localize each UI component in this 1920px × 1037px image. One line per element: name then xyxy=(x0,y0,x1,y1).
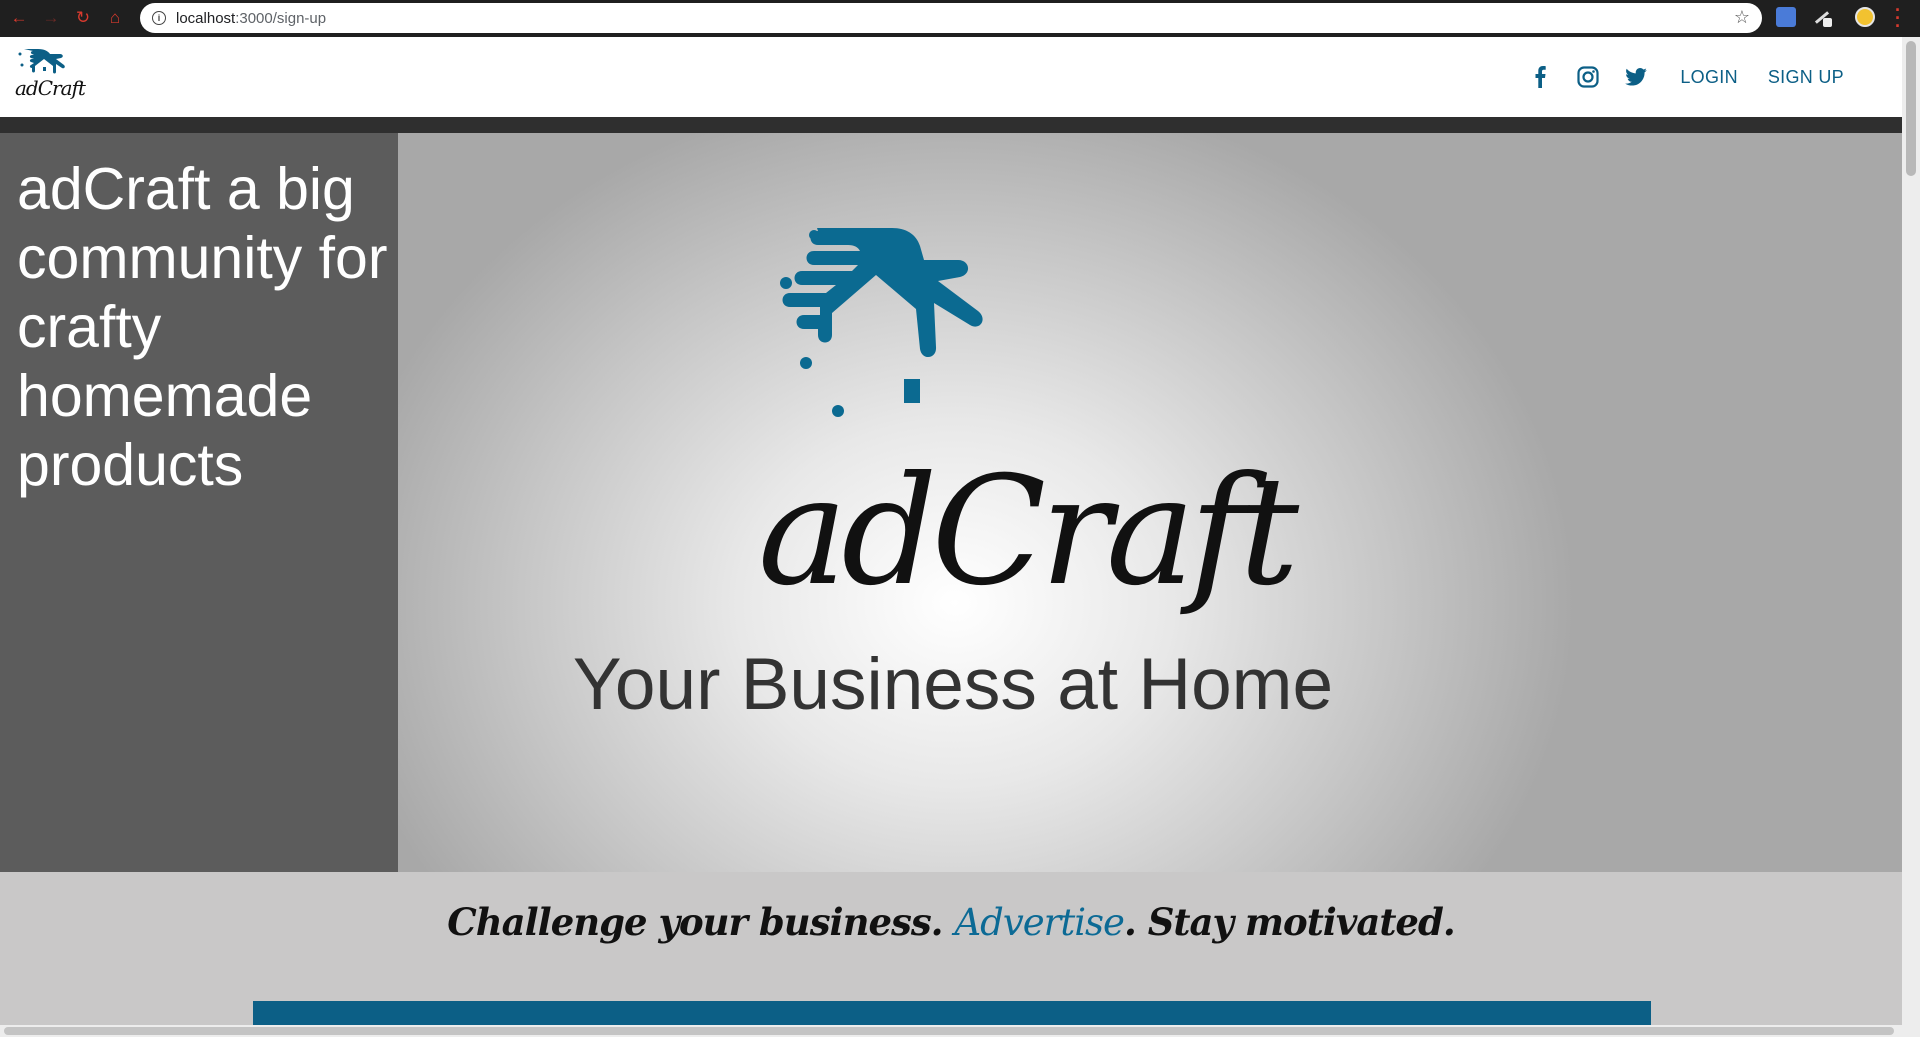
facebook-icon[interactable] xyxy=(1526,63,1554,91)
form-header-bar xyxy=(253,1001,1651,1025)
slogan-part-1: Challenge your business. xyxy=(447,900,955,944)
url-host: localhost xyxy=(176,9,236,27)
back-icon[interactable]: ← xyxy=(8,7,30,29)
header-divider xyxy=(0,117,1902,133)
browser-toolbar: ← → ↻ ⌂ i localhost:3000/sign-up ☆ · · · xyxy=(0,0,1920,37)
home-icon[interactable]: ⌂ xyxy=(104,7,126,29)
slogan-section: Challenge your business. Advertise. Stay… xyxy=(0,872,1902,1025)
slogan-accent: Advertise xyxy=(954,901,1124,944)
forward-icon[interactable]: → xyxy=(40,7,62,29)
vertical-scrollbar[interactable] xyxy=(1902,37,1920,1025)
horizontal-scrollbar[interactable] xyxy=(0,1025,1920,1037)
login-link[interactable]: LOGIN xyxy=(1680,37,1738,117)
instagram-icon[interactable] xyxy=(1574,63,1602,91)
url-path: :3000/sign-up xyxy=(235,9,327,27)
logo[interactable]: adCraft xyxy=(10,43,86,113)
hero-wordmark: adCraft xyxy=(758,445,1299,619)
signup-link[interactable]: SIGN UP xyxy=(1767,37,1845,121)
menu-icon[interactable]: · · · xyxy=(1893,1,1903,35)
site-header: adCraft LOGIN SIGN UP xyxy=(0,37,1902,121)
main-nav: LOGIN SIGN UP xyxy=(1506,37,1845,121)
sidebar-headline: adCraft a big community for crafty homem… xyxy=(17,156,388,498)
twitter-icon[interactable] xyxy=(1622,63,1650,91)
vertical-scroll-thumb[interactable] xyxy=(1906,41,1916,176)
info-icon[interactable]: i xyxy=(152,11,166,25)
browser-nav-buttons: ← → ↻ ⌂ xyxy=(8,5,126,31)
horizontal-scroll-thumb[interactable] xyxy=(4,1027,1894,1035)
reload-icon[interactable]: ↻ xyxy=(72,7,94,29)
address-bar[interactable]: i localhost:3000/sign-up ☆ xyxy=(140,3,1762,33)
translate-icon[interactable] xyxy=(1776,7,1796,27)
star-icon[interactable]: ☆ xyxy=(1734,7,1750,28)
hero-tagline: Your Business at Home xyxy=(572,644,1334,725)
hero-sidebar: adCraft a big community for crafty homem… xyxy=(0,133,398,872)
slogan-part-2: . Stay motivated. xyxy=(1123,900,1456,944)
pen-icon[interactable] xyxy=(1812,7,1832,27)
slogan-text: Challenge your business. Advertise. Stay… xyxy=(0,900,1902,944)
hero-banner: adCraft Your Business at Home xyxy=(398,133,1902,872)
logo-mark-icon xyxy=(780,228,983,417)
profile-avatar[interactable] xyxy=(1855,7,1875,27)
logo-text: adCraft xyxy=(15,76,86,100)
